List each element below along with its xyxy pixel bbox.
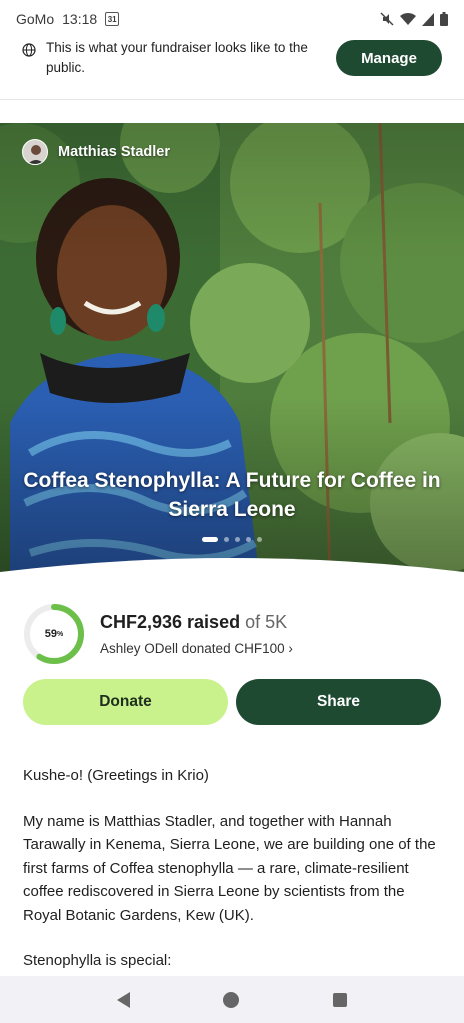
share-button[interactable]: Share (236, 679, 441, 725)
back-icon[interactable] (116, 991, 130, 1008)
carousel-dot[interactable] (224, 537, 229, 542)
chevron-right-icon: › (288, 641, 293, 656)
percent-value: 59 (44, 628, 57, 640)
battery-icon (440, 12, 448, 26)
wifi-icon (400, 12, 416, 25)
carousel-dot[interactable] (235, 537, 240, 542)
carrier-label: GoMo (16, 11, 55, 27)
recents-icon[interactable] (333, 992, 348, 1007)
goal-amount: of 5K (245, 612, 288, 632)
hero-image[interactable]: Matthias Stadler Coffea Stenophylla: A F… (0, 123, 464, 581)
public-view-notice: This is what your fundraiser looks like … (0, 38, 464, 100)
status-left: GoMo 13:18 31 (16, 11, 120, 27)
fundraiser-story: Kushe-o! (Greetings in Krio) My name is … (23, 764, 443, 995)
clock: 13:18 (62, 11, 98, 27)
percent-sign: % (57, 630, 64, 638)
story-paragraph: Kushe-o! (Greetings in Krio) (23, 767, 209, 784)
globe-icon (22, 43, 36, 57)
carousel-dot[interactable] (257, 537, 262, 542)
action-buttons: Donate Share (23, 679, 441, 725)
calendar-icon: 31 (105, 12, 120, 26)
organizer-name: Matthias Stadler (58, 144, 170, 160)
raised-value: CHF2,936 raised (100, 612, 241, 632)
mute-icon (380, 12, 394, 26)
avatar (22, 139, 48, 165)
notice-text: This is what your fundraiser looks like … (46, 40, 308, 75)
carousel-dot[interactable] (202, 537, 218, 542)
progress-ring: 59% (22, 602, 86, 666)
home-icon[interactable] (223, 991, 240, 1008)
status-right (380, 12, 448, 26)
carousel-dots (0, 537, 464, 542)
raised-amount: CHF2,936 raised of 5K (100, 612, 293, 633)
fundraiser-title: Coffea Stenophylla: A Future for Coffee … (23, 469, 441, 521)
story-paragraph: Stenophylla is special: (23, 952, 172, 969)
donate-button[interactable]: Donate (23, 679, 228, 725)
carousel-dot[interactable] (246, 537, 251, 542)
progress-text: CHF2,936 raised of 5K Ashley ODell donat… (100, 612, 293, 656)
story-paragraph: My name is Matthias Stadler, and togethe… (23, 812, 436, 924)
recent-donation-text: Ashley ODell donated CHF100 (100, 641, 285, 656)
recent-donation[interactable]: Ashley ODell donated CHF100 › (100, 641, 293, 656)
progress-percent: 59% (22, 602, 86, 666)
hero-curve (0, 558, 464, 581)
manage-button[interactable]: Manage (336, 40, 442, 76)
signal-icon (422, 12, 434, 26)
system-nav-bar (0, 976, 464, 1023)
organizer[interactable]: Matthias Stadler (22, 139, 170, 165)
fundraising-progress: 59% CHF2,936 raised of 5K Ashley ODell d… (22, 600, 442, 668)
status-bar: GoMo 13:18 31 (0, 0, 464, 38)
